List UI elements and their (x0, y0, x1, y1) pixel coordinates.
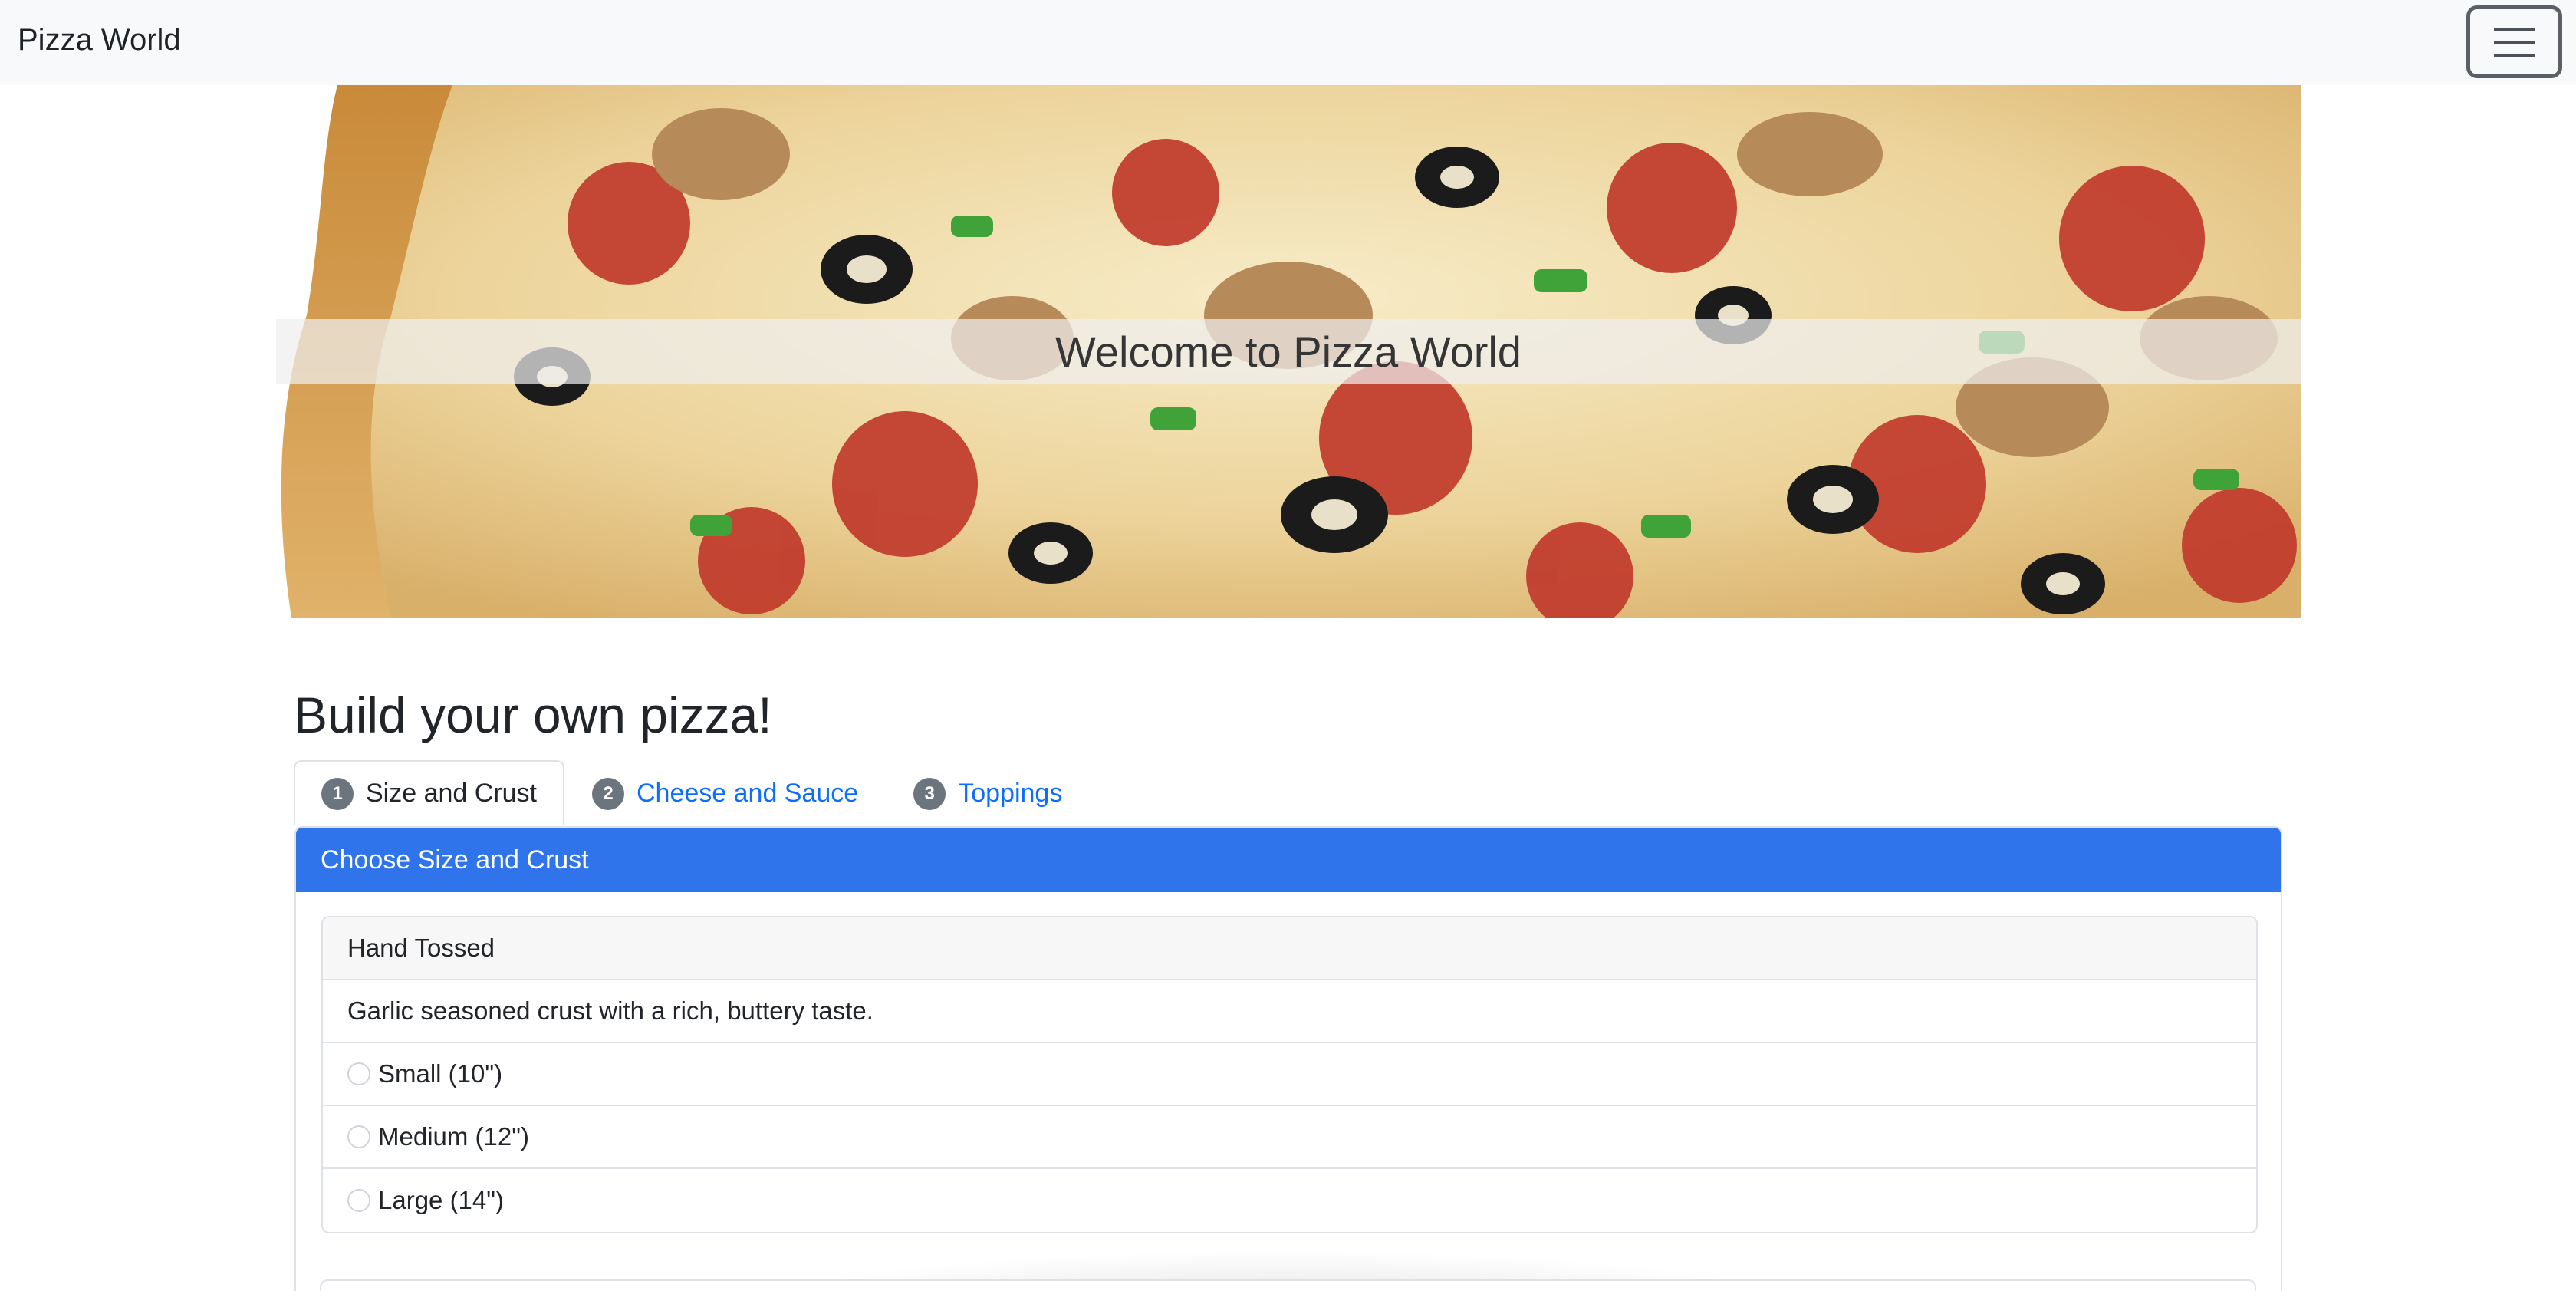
builder-tabs: 1 Size and Crust 2 Cheese and Sauce 3 To… (294, 760, 1090, 825)
next-crust-option-edge (320, 1279, 2256, 1291)
hero-banner: Welcome to Pizza World (276, 85, 2301, 618)
crust-option-hand-tossed: Hand Tossed Garlic seasoned crust with a… (321, 916, 2258, 1233)
tab-label: Cheese and Sauce (637, 779, 859, 808)
size-option-large[interactable]: Large (14") (323, 1169, 2256, 1232)
tab-size-and-crust[interactable]: 1 Size and Crust (294, 760, 564, 825)
page-title: Build your own pizza! (294, 687, 772, 743)
step-badge: 1 (321, 777, 354, 810)
size-medium-label[interactable]: Medium (12") (378, 1122, 529, 1151)
navbar: Pizza World (0, 0, 2576, 85)
size-large-radio[interactable] (347, 1189, 370, 1212)
step-badge: 3 (913, 777, 946, 810)
size-large-label[interactable]: Large (14") (378, 1186, 504, 1215)
step-badge: 2 (592, 777, 624, 810)
tab-label: Toppings (958, 779, 1063, 808)
navbar-toggler-button[interactable] (2466, 5, 2562, 78)
tab-toppings[interactable]: 3 Toppings (886, 760, 1090, 825)
crust-description: Garlic seasoned crust with a rich, butte… (323, 980, 2256, 1043)
size-crust-card: Choose Size and Crust Hand Tossed Garlic… (294, 826, 2282, 1291)
tab-cheese-and-sauce[interactable]: 2 Cheese and Sauce (564, 760, 886, 825)
size-small-radio[interactable] (347, 1062, 370, 1085)
size-option-medium[interactable]: Medium (12") (323, 1106, 2256, 1169)
card-header: Choose Size and Crust (296, 828, 2281, 892)
hero-caption: Welcome to Pizza World (276, 319, 2301, 384)
navbar-brand[interactable]: Pizza World (18, 23, 181, 58)
hamburger-icon (2493, 27, 2535, 57)
size-medium-radio[interactable] (347, 1125, 370, 1148)
crust-name: Hand Tossed (323, 917, 2256, 980)
size-small-label[interactable]: Small (10") (378, 1059, 502, 1088)
size-option-small[interactable]: Small (10") (323, 1043, 2256, 1106)
tab-label: Size and Crust (366, 779, 537, 808)
